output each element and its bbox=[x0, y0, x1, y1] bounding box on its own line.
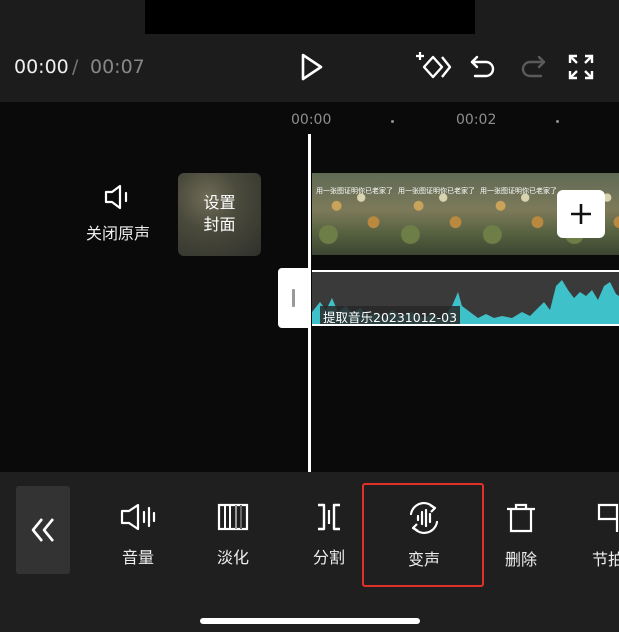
add-clip-button[interactable] bbox=[557, 190, 605, 238]
play-icon bbox=[301, 53, 323, 81]
delete-tool[interactable]: 删除 bbox=[486, 502, 556, 570]
fullscreen-icon bbox=[568, 54, 594, 80]
tool-label: 分割 bbox=[312, 548, 345, 567]
ruler-label: 00:00 bbox=[291, 112, 332, 128]
handle-grip bbox=[292, 289, 295, 307]
keyframe-button[interactable] bbox=[414, 50, 452, 84]
audio-edit-toolbar: 音量 淡化 分割 变声 删除 节拍 bbox=[0, 472, 619, 632]
undo-button[interactable] bbox=[468, 52, 498, 82]
frame-caption: 用一张图证明你已老家了 bbox=[316, 187, 392, 195]
home-indicator[interactable] bbox=[200, 618, 420, 624]
current-time: 00:00 bbox=[14, 56, 69, 78]
mute-original-label: 关闭原声 bbox=[85, 224, 150, 243]
tool-label: 音量 bbox=[121, 548, 154, 567]
ruler-tick bbox=[391, 120, 394, 123]
volume-tool[interactable]: 音量 bbox=[103, 502, 173, 568]
fullscreen-button[interactable] bbox=[566, 52, 596, 82]
tool-label: 淡化 bbox=[216, 548, 249, 567]
redo-icon bbox=[521, 55, 546, 78]
player-controls-bar: 00:00 / 00:07 bbox=[0, 34, 619, 102]
audio-clip-label: 提取音乐20231012-03 bbox=[320, 306, 461, 324]
audio-clip-left-handle[interactable] bbox=[278, 268, 310, 328]
set-cover-button[interactable]: 设置 封面 bbox=[178, 173, 261, 256]
back-button[interactable] bbox=[16, 486, 70, 574]
video-preview-edge bbox=[145, 0, 475, 34]
cover-label-line2: 封面 bbox=[203, 215, 236, 234]
video-frame: 用一张图证明你已老家了 bbox=[394, 173, 476, 255]
ruler-label: 00:02 bbox=[456, 112, 497, 128]
split-tool[interactable]: 分割 bbox=[294, 502, 364, 568]
frame-caption: 用一张图证明你已老家了 bbox=[480, 187, 556, 195]
keyframe-add-icon bbox=[416, 52, 452, 79]
frame-caption: 用一张图证明你已老家了 bbox=[398, 187, 474, 195]
play-button[interactable] bbox=[296, 50, 328, 84]
split-icon bbox=[318, 503, 340, 531]
selected-tool-highlight bbox=[362, 483, 484, 587]
tool-label: 删除 bbox=[504, 550, 537, 569]
trash-icon bbox=[507, 503, 535, 533]
speaker-volume-icon bbox=[120, 503, 156, 531]
undo-icon bbox=[470, 55, 495, 78]
beat-flag-icon bbox=[597, 503, 619, 532]
redo-button[interactable] bbox=[518, 52, 548, 82]
tool-label: 节拍 bbox=[591, 550, 619, 569]
plus-icon bbox=[571, 204, 591, 224]
cover-label-line1: 设置 bbox=[203, 193, 236, 212]
double-chevron-left-icon bbox=[31, 518, 55, 542]
fade-icon bbox=[217, 503, 249, 531]
total-time: 00:07 bbox=[90, 56, 145, 78]
fade-tool[interactable]: 淡化 bbox=[198, 502, 268, 568]
ruler-tick bbox=[556, 120, 559, 123]
time-separator: / bbox=[72, 56, 79, 78]
video-frame: 用一张图证明你已老家了 bbox=[312, 173, 394, 255]
video-frame: 用一张图证明你已老家了 bbox=[476, 173, 558, 255]
speaker-icon bbox=[104, 184, 128, 210]
audio-clip[interactable]: 提取音乐20231012-03 bbox=[312, 270, 619, 326]
mute-original-button[interactable]: 关闭原声 bbox=[80, 184, 156, 244]
playhead[interactable] bbox=[308, 134, 311, 472]
beat-tool[interactable]: 节拍 bbox=[582, 502, 619, 570]
